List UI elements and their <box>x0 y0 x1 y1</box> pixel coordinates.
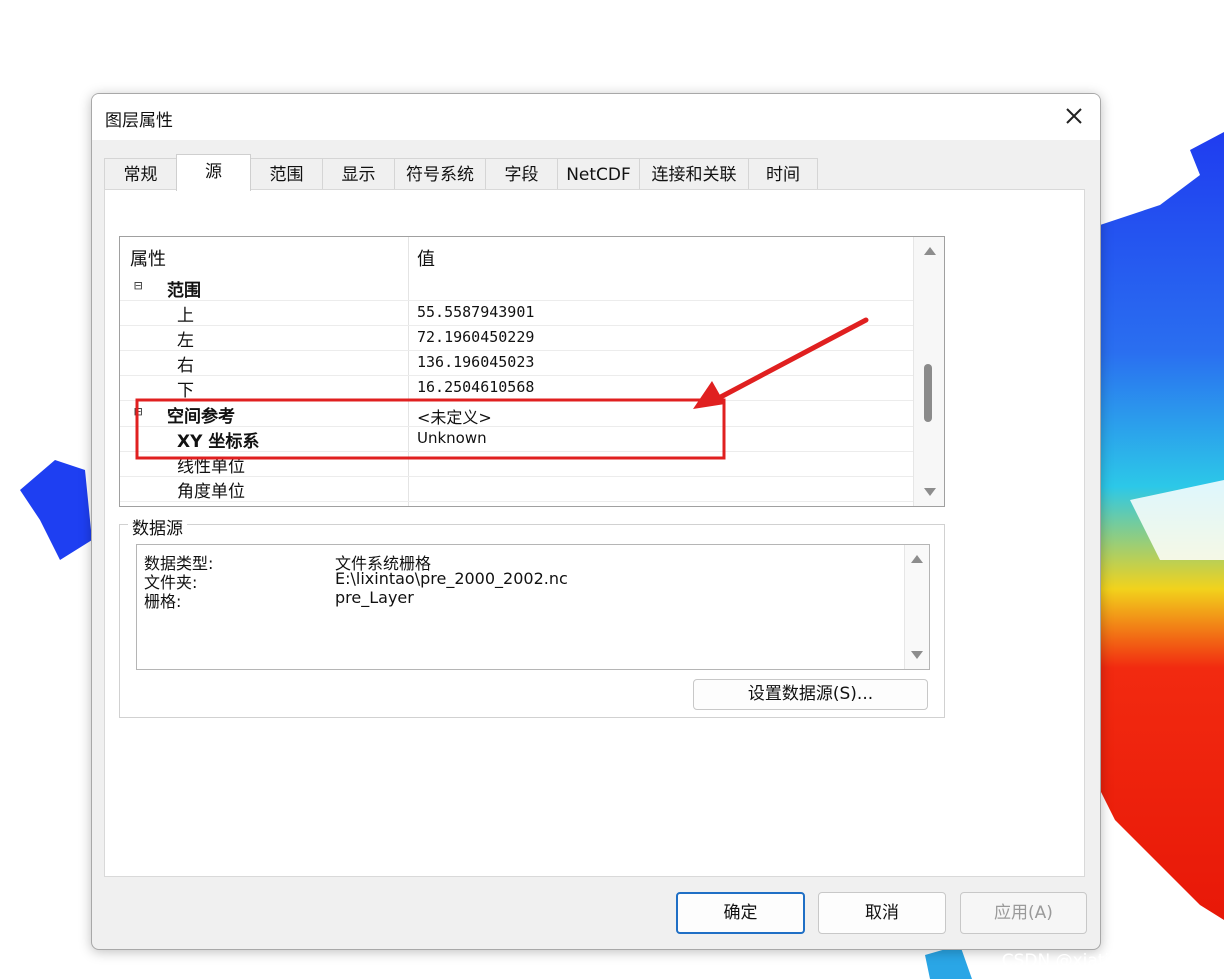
tab-general[interactable]: 常规 <box>104 158 177 190</box>
row-key: 空间参考 <box>167 407 235 427</box>
tab-source[interactable]: 源 <box>176 154 251 191</box>
tab-symbology[interactable]: 符号系统 <box>394 158 486 190</box>
tab-netcdf[interactable]: NetCDF <box>557 158 640 190</box>
row-value: 136.196045023 <box>417 353 535 371</box>
info-scrollbar[interactable] <box>904 545 929 669</box>
grid-row[interactable]: ⊟ 空间参考 <未定义> <box>120 401 914 427</box>
grid-row[interactable]: 线性单位 <box>120 451 914 477</box>
info-value: E:\lixintao\pre_2000_2002.nc <box>335 569 568 588</box>
row-key: 右 <box>177 356 194 376</box>
grid-row[interactable]: XY 坐标系 Unknown <box>120 426 914 452</box>
grid-row[interactable]: 左 72.1960450229 <box>120 325 914 351</box>
scroll-down-icon[interactable] <box>924 488 936 496</box>
row-key: 角度单位 <box>177 482 245 502</box>
data-source-label: 数据源 <box>128 514 187 539</box>
row-value: Unknown <box>417 429 487 447</box>
layer-properties-dialog: 图层属性 常规 源 范围 显示 符号系统 字段 NetCDF 连接和关联 时间 … <box>91 93 1101 950</box>
set-data-source-button[interactable]: 设置数据源(S)... <box>693 679 928 710</box>
cancel-button[interactable]: 取消 <box>818 892 946 934</box>
row-key: 左 <box>177 331 194 351</box>
row-value: 16.2504610568 <box>417 378 535 396</box>
collapse-icon[interactable]: ⊟ <box>134 278 142 294</box>
tab-display[interactable]: 显示 <box>322 158 395 190</box>
scroll-up-icon[interactable] <box>924 247 936 255</box>
grid-row[interactable]: 上 55.5587943901 <box>120 300 914 326</box>
grid-row[interactable]: 下 16.2504610568 <box>120 375 914 401</box>
tab-fields[interactable]: 字段 <box>485 158 558 190</box>
row-value: <未定义> <box>417 408 492 427</box>
tab-time[interactable]: 时间 <box>748 158 818 190</box>
scroll-up-icon[interactable] <box>911 555 923 563</box>
row-key: 范围 <box>167 281 201 301</box>
row-value: 55.5587943901 <box>417 303 535 321</box>
grid-row[interactable]: 右 136.196045023 <box>120 350 914 376</box>
info-key: 栅格: <box>144 592 182 611</box>
scroll-thumb[interactable] <box>924 364 932 422</box>
grid-row[interactable]: ⊟ 范围 <box>120 275 914 301</box>
grid-scrollbar[interactable] <box>913 237 944 506</box>
data-source-info[interactable]: 数据类型: 文件系统栅格 文件夹: E:\lixintao\pre_2000_2… <box>136 544 930 670</box>
watermark-text: CSDN @xiatiandexia123 <box>1001 951 1209 971</box>
row-key: XY 坐标系 <box>177 432 260 452</box>
ok-button[interactable]: 确定 <box>676 892 805 934</box>
row-key: 线性单位 <box>177 457 245 477</box>
tab-extent[interactable]: 范围 <box>250 158 323 190</box>
scroll-down-icon[interactable] <box>911 651 923 659</box>
grid-header: 属性 值 <box>120 237 914 274</box>
apply-button[interactable]: 应用(A) <box>960 892 1087 934</box>
header-value: 值 <box>417 249 435 270</box>
data-source-group: 数据源 数据类型: 文件系统栅格 文件夹: E:\lixintao\pre_20… <box>119 514 945 718</box>
row-value: 72.1960450229 <box>417 328 535 346</box>
dialog-title: 图层属性 <box>105 111 173 131</box>
grid-row[interactable]: 角度单位 <box>120 476 914 502</box>
header-property: 属性 <box>130 249 166 270</box>
row-key: 下 <box>177 381 194 401</box>
close-icon[interactable] <box>1060 102 1088 130</box>
info-value: pre_Layer <box>335 588 414 607</box>
source-tab-page: 属性 值 ⊟ 范围 上 55.5587943901 左 72.196045022… <box>104 189 1085 877</box>
title-bar: 图层属性 <box>92 94 1100 140</box>
property-grid[interactable]: 属性 值 ⊟ 范围 上 55.5587943901 左 72.196045022… <box>119 236 945 507</box>
collapse-icon[interactable]: ⊟ <box>134 404 142 420</box>
row-key: 上 <box>177 306 194 326</box>
tab-joins-relates[interactable]: 连接和关联 <box>639 158 749 190</box>
